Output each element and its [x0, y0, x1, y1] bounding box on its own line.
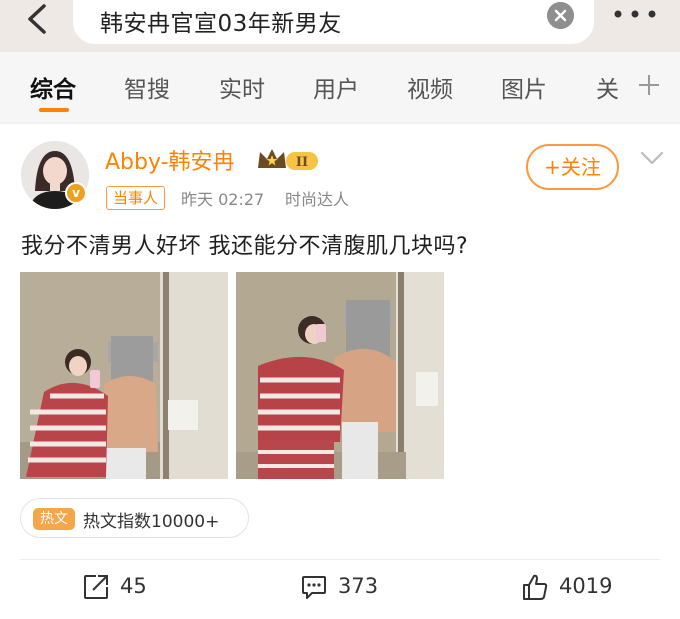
back-arrow-icon[interactable] — [22, 2, 52, 36]
comment-count: 373 — [338, 574, 379, 598]
follow-button[interactable]: +关注 — [526, 144, 619, 190]
member-level-icon: II — [258, 149, 318, 170]
tab-comprehensive[interactable]: 综合 — [30, 70, 76, 104]
more-options-icon[interactable] — [612, 4, 658, 24]
verified-badge-icon: v — [65, 182, 87, 204]
thumbs-up-icon — [523, 574, 548, 600]
post-image-1[interactable] — [20, 272, 228, 479]
search-tabs: 综合 智搜 实时 用户 视频 图片 关 — [0, 52, 680, 122]
post-card: v Abby-韩安冉 II 当事人 昨天 02:27 时尚达人 +关注 我分不清… — [0, 124, 680, 619]
tab-video[interactable]: 视频 — [407, 70, 453, 104]
divider — [20, 559, 660, 560]
like-button[interactable]: 4019 — [521, 572, 621, 604]
tab-smart-search[interactable]: 智搜 — [124, 70, 170, 104]
member-level-label: II — [296, 155, 308, 170]
repost-button[interactable]: 45 — [82, 572, 162, 604]
post-source: 时尚达人 — [285, 190, 350, 209]
search-query[interactable]: 韩安冉官宣03年新男友 — [100, 4, 342, 38]
tab-realtime[interactable]: 实时 — [219, 70, 265, 104]
hot-index-pill[interactable]: 热文 热文指数10000+ — [20, 498, 249, 538]
comment-button[interactable]: 373 — [300, 572, 390, 604]
chevron-down-icon[interactable] — [640, 150, 664, 166]
post-image-2[interactable] — [236, 272, 444, 479]
active-tab-indicator — [39, 108, 69, 112]
repost-count: 45 — [120, 574, 147, 598]
like-count: 4019 — [559, 574, 613, 598]
comment-icon — [302, 576, 326, 599]
tab-users[interactable]: 用户 — [313, 70, 359, 104]
post-text: 我分不清男人好坏 我还能分不清腹肌几块吗? — [21, 234, 469, 259]
top-bar: 韩安冉官宣03年新男友 — [0, 0, 680, 52]
repost-icon — [84, 575, 108, 599]
tab-images[interactable]: 图片 — [501, 70, 547, 104]
hot-index-text: 热文指数10000+ — [83, 512, 220, 532]
post-username[interactable]: Abby-韩安冉 — [105, 144, 235, 176]
hot-article-badge: 热文 — [33, 508, 75, 530]
clear-search-icon[interactable] — [547, 2, 574, 29]
search-field[interactable]: 韩安冉官宣03年新男友 — [73, 0, 594, 44]
tab-related[interactable]: 关 — [596, 70, 619, 104]
role-tag: 当事人 — [106, 186, 166, 210]
post-time: 昨天 02:27 — [181, 190, 265, 209]
add-tab-icon[interactable] — [638, 74, 660, 96]
